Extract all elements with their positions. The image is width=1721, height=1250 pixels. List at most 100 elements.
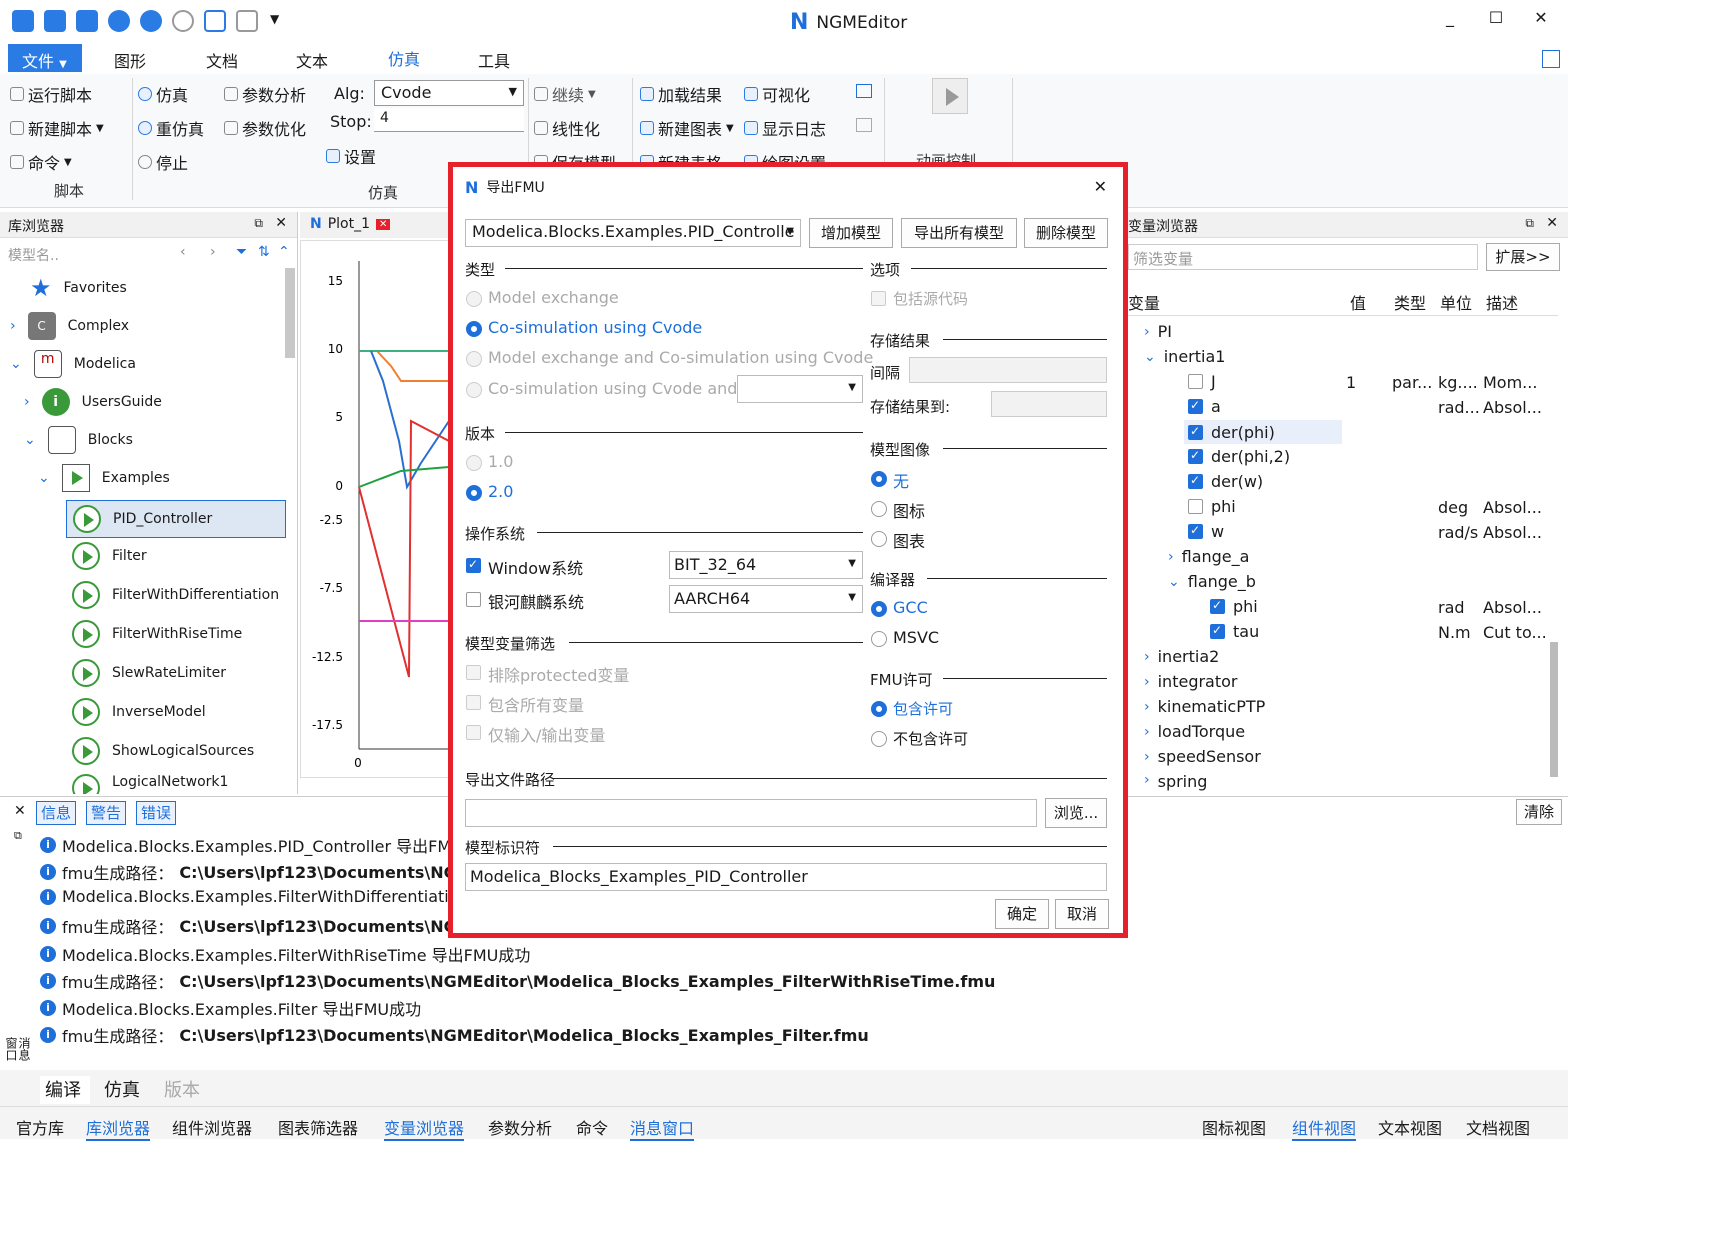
variable-checkbox[interactable] [1188,374,1203,389]
tab-compile[interactable]: 编译 [40,1076,90,1104]
radio-exclude-license[interactable] [871,731,887,747]
variable-checkbox[interactable] [1210,598,1225,614]
tab-graphics[interactable]: 图形 [114,48,146,72]
variable-row[interactable]: w [1188,522,1224,541]
float-icon[interactable]: ⧉ [254,216,263,231]
new-file-icon[interactable] [12,10,34,32]
maximize-button[interactable]: ☐ [1482,8,1510,32]
io-vars-checkbox[interactable] [466,725,481,740]
variable-checkbox[interactable] [1188,499,1203,514]
variable-row[interactable]: der(w) [1188,472,1263,491]
filter-icon[interactable]: ⏷ [236,244,247,260]
run-script-button[interactable]: 运行脚本 [10,82,92,106]
radio-model-exchange[interactable] [466,291,482,307]
new-script-button[interactable]: 新建脚本 ▼ [10,116,104,140]
ok-button[interactable]: 确定 [995,899,1049,929]
variable-row[interactable]: J [1188,372,1216,391]
show-log-button[interactable]: 显示日志 [744,116,826,140]
tab-text[interactable]: 文本 [296,48,328,72]
radio-image-diagram[interactable] [871,531,887,547]
status-component-view[interactable]: 组件视图 [1292,1115,1357,1141]
variable-row[interactable]: a [1188,397,1221,416]
variable-checkbox[interactable] [1188,523,1203,539]
tab-tools[interactable]: 工具 [478,48,510,72]
minimize-button[interactable]: _ [1436,8,1464,32]
radio-version-2[interactable] [466,485,482,501]
variable-row[interactable]: › inertia2 [1144,647,1219,666]
float-icon[interactable]: ⧉ [14,829,22,843]
tree-item-filter-rise[interactable]: FilterWithRiseTime [72,620,242,648]
load-results-button[interactable]: 加载结果 [640,82,722,106]
store-to-input[interactable] [991,391,1107,417]
variable-row[interactable]: der(phi,2) [1188,447,1290,466]
variable-row-selected[interactable]: der(phi) [1184,420,1342,444]
variable-scrollbar[interactable] [1550,642,1558,777]
variable-row[interactable]: › flange_a [1168,547,1249,566]
plot-tab[interactable]: N Plot_1 ✕ [310,216,391,232]
tab-file[interactable]: 文件 ▼ [8,44,82,72]
back-icon[interactable]: ‹ [180,244,186,260]
sim-settings-button[interactable]: 设置 [326,144,376,168]
visualize-button[interactable]: 可视化 [744,82,810,106]
status-component-browser[interactable]: 组件浏览器 [172,1115,252,1139]
status-chart-filter[interactable]: 图表筛选器 [278,1115,358,1139]
radio-cosim-cvode-and[interactable] [466,382,482,398]
collapse-all-icon[interactable]: ⌃ [278,244,290,260]
radio-gcc[interactable] [871,601,887,617]
close-tab-icon[interactable]: ✕ [376,218,391,230]
add-model-button[interactable]: 增加模型 [809,218,893,248]
windows-arch-select[interactable]: BIT_32_64 ▼ [669,551,863,579]
model-id-input[interactable]: Modelica_Blocks_Examples_PID_Controller [465,863,1107,891]
variable-checkbox[interactable] [1210,623,1225,639]
interval-input[interactable] [909,357,1107,383]
tree-item-slew[interactable]: SlewRateLimiter [72,659,226,687]
tree-item-logical-network[interactable]: LogicalNetwork1 [72,774,228,794]
tab-document[interactable]: 文档 [206,48,238,72]
all-vars-checkbox[interactable] [466,695,481,710]
variable-row[interactable]: › PI [1144,322,1172,341]
param-opt-button[interactable]: 参数优化 [224,116,306,140]
tab-warning[interactable]: 警告 [86,801,126,825]
open-folder-icon[interactable] [44,10,66,32]
save-icon[interactable] [76,10,98,32]
variable-row[interactable]: phi [1188,497,1236,516]
status-command[interactable]: 命令 [576,1115,608,1139]
close-window-button[interactable]: ✕ [1527,8,1555,32]
radio-msvc[interactable] [871,631,887,647]
variable-row[interactable]: › integrator [1144,672,1238,691]
status-message-window[interactable]: 消息窗口 [630,1115,695,1141]
radio-cosim-cvode[interactable] [466,321,482,337]
radio-image-icon[interactable] [871,501,887,517]
kylin-checkbox[interactable] [466,592,481,607]
model-search-input[interactable]: 模型名.. [6,242,176,266]
close-dialog-button[interactable]: ✕ [1094,177,1107,196]
new-chart-button[interactable]: 新建图表 ▼ [640,116,734,140]
tree-item-favorites[interactable]: ★ Favorites [30,274,127,302]
library-scrollbar[interactable] [285,268,295,358]
clear-button[interactable]: 清除 [1516,799,1562,825]
variable-row[interactable]: › loadTorque [1144,722,1245,741]
variable-checkbox[interactable] [1188,473,1203,489]
tree-item-filter[interactable]: Filter [72,542,147,570]
resimulate-button[interactable]: 重仿真 [138,116,204,140]
tree-item-pid-controller[interactable]: PID_Controller [66,500,286,538]
tree-item-inverse[interactable]: InverseModel [72,698,206,726]
param-analysis-button[interactable]: 参数分析 [224,82,306,106]
status-text-view[interactable]: 文本视图 [1378,1115,1442,1139]
variable-checkbox[interactable] [1188,398,1203,414]
variable-row[interactable]: › kinematicPTP [1144,697,1265,716]
film-icon[interactable] [856,118,872,132]
status-icon-view[interactable]: 图标视图 [1202,1115,1266,1139]
variable-row[interactable]: ⌄ flange_b [1168,572,1256,591]
tree-item-complex[interactable]: › C Complex [10,312,129,340]
radio-version-1[interactable] [466,455,482,471]
tree-item-filter-diff[interactable]: FilterWithDifferentiation [72,581,279,609]
simulate-button[interactable]: 仿真 [138,82,188,106]
tree-item-examples[interactable]: ⌄ Examples [38,464,170,492]
expand-button[interactable]: 扩展>> [1486,243,1560,271]
browse-button[interactable]: 浏览... [1045,798,1107,828]
tab-simulation[interactable]: 仿真 [388,46,448,76]
model-select[interactable]: Modelica.Blocks.Examples.PID_Controlle ▼ [465,219,801,247]
tab-error[interactable]: 错误 [136,801,176,825]
close-icon[interactable]: ✕ [1546,215,1558,231]
